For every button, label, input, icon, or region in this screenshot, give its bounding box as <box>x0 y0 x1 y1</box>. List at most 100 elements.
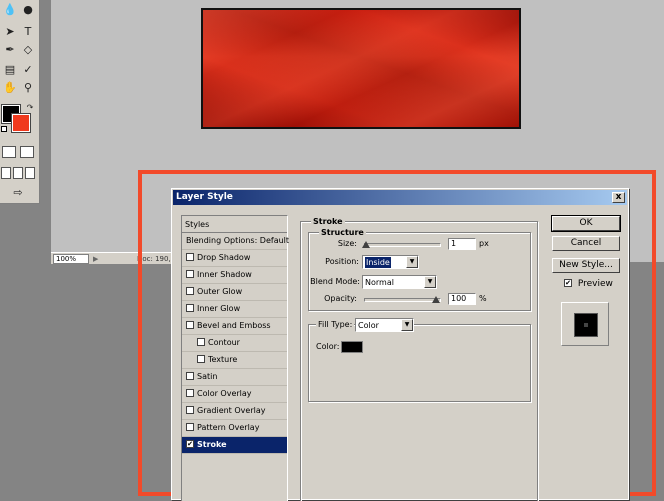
style-checkbox[interactable] <box>186 252 194 261</box>
new-style-button[interactable]: New Style... <box>552 258 620 273</box>
fill-type-value: Color <box>358 321 379 330</box>
style-label: Inner Shadow <box>197 270 252 279</box>
dialog-titlebar[interactable]: Layer Style x <box>173 190 627 205</box>
style-checkbox[interactable] <box>186 371 194 380</box>
styles-list-item[interactable]: Outer Glow <box>182 284 287 301</box>
styles-list-item[interactable]: Contour <box>182 335 287 352</box>
style-label: Bevel and Emboss <box>197 321 271 330</box>
position-select[interactable]: Inside ▼ <box>362 255 419 269</box>
stroke-group-title: Stroke <box>311 217 345 226</box>
ok-button[interactable]: OK <box>551 215 621 232</box>
standard-mode-icon[interactable] <box>2 146 16 158</box>
preview-swatch <box>574 313 598 337</box>
chevron-down-icon[interactable]: ▼ <box>401 319 413 331</box>
style-checkbox[interactable] <box>186 269 194 278</box>
standard-screen-icon[interactable] <box>1 167 11 179</box>
style-checkbox[interactable] <box>186 422 194 431</box>
opacity-unit: % <box>479 294 487 303</box>
styles-list-item[interactable]: Gradient Overlay <box>182 403 287 420</box>
size-slider[interactable] <box>361 241 441 248</box>
preview-label: Preview <box>577 279 613 289</box>
close-button[interactable]: x <box>612 192 625 203</box>
background-color-swatch[interactable] <box>11 113 31 133</box>
styles-list-item[interactable]: ✔ Stroke <box>182 437 287 454</box>
zoom-field[interactable]: 100% <box>53 254 89 264</box>
styles-list-item[interactable]: Color Overlay <box>182 386 287 403</box>
color-label: Color: <box>316 342 340 351</box>
eyedropper-tool-icon[interactable]: ✓ <box>20 62 36 78</box>
style-checkbox[interactable] <box>186 286 194 295</box>
style-label: Satin <box>197 372 218 381</box>
style-label: Outer Glow <box>197 287 243 296</box>
style-label: Contour <box>208 338 240 347</box>
styles-list-item[interactable]: Drop Shadow <box>182 250 287 267</box>
styles-list-item[interactable]: Inner Glow <box>182 301 287 318</box>
hand-tool-icon[interactable]: ✋ <box>2 80 18 96</box>
tool-palette: 💧 ● ➤ T ✒ ◇ ▤ ✓ ✋ ⚲ ↷ ⇨ <box>0 0 40 204</box>
style-checkbox[interactable] <box>186 303 194 312</box>
style-label: Drop Shadow <box>197 253 251 262</box>
style-checkbox[interactable] <box>186 388 194 397</box>
dodge-tool-icon[interactable]: ● <box>20 2 36 18</box>
styles-list-item[interactable]: Texture <box>182 352 287 369</box>
swap-colors-icon[interactable]: ↷ <box>22 100 38 116</box>
style-checkbox[interactable] <box>186 320 194 329</box>
style-checkbox[interactable] <box>197 354 205 363</box>
pen-tool-icon[interactable]: ✒ <box>2 42 18 58</box>
status-menu-icon[interactable]: ▶ <box>93 254 103 264</box>
fill-type-label: Fill Type: <box>316 319 355 331</box>
chevron-down-icon[interactable]: ▼ <box>406 256 418 268</box>
position-value: Inside <box>365 257 391 268</box>
custom-shape-tool-icon[interactable]: ◇ <box>20 42 36 58</box>
style-checkbox[interactable]: ✔ <box>186 439 194 448</box>
size-slider-thumb[interactable] <box>361 241 370 248</box>
styles-list-item[interactable]: Blending Options: Default <box>182 233 290 250</box>
style-label: Pattern Overlay <box>197 423 260 432</box>
style-label: Stroke <box>197 440 227 449</box>
chevron-down-icon[interactable]: ▼ <box>424 276 436 288</box>
style-checkbox[interactable] <box>197 337 205 346</box>
preview-dot <box>584 323 588 327</box>
styles-list-item[interactable]: Bevel and Emboss <box>182 318 287 335</box>
style-label: Blending Options: Default <box>186 236 290 245</box>
style-label: Color Overlay <box>197 389 252 398</box>
fill-type-select[interactable]: Color ▼ <box>355 318 414 332</box>
opacity-label: Opacity: <box>324 294 357 303</box>
path-selection-tool-icon[interactable]: ➤ <box>2 24 18 40</box>
blend-mode-value: Normal <box>365 278 394 287</box>
default-colors-icon[interactable] <box>1 126 7 132</box>
cancel-button[interactable]: Cancel <box>552 236 620 251</box>
notes-tool-icon[interactable]: ▤ <box>2 62 18 78</box>
styles-list-item[interactable]: Inner Shadow <box>182 267 287 284</box>
opacity-slider-thumb[interactable] <box>432 296 440 303</box>
size-input[interactable]: 1 <box>448 238 476 250</box>
blend-mode-select[interactable]: Normal ▼ <box>362 275 437 289</box>
opacity-slider[interactable] <box>364 296 441 303</box>
preview-thumbnail <box>561 302 609 346</box>
size-label: Size: <box>337 239 357 248</box>
dialog-title: Layer Style <box>176 192 233 202</box>
style-label: Gradient Overlay <box>197 406 266 415</box>
stroke-color-swatch[interactable] <box>341 341 363 353</box>
styles-list-item[interactable]: Pattern Overlay <box>182 420 287 437</box>
layer-style-dialog: Layer Style x Styles Blending Options: D… <box>171 188 629 501</box>
preview-checkbox[interactable]: ✔ <box>564 278 572 287</box>
zoom-tool-icon[interactable]: ⚲ <box>20 80 36 96</box>
styles-list-item[interactable]: Satin <box>182 369 287 386</box>
full-screen-icon[interactable] <box>25 167 35 179</box>
jump-to-imageready-icon[interactable]: ⇨ <box>4 185 32 201</box>
full-screen-menu-icon[interactable] <box>13 167 23 179</box>
preview-toggle[interactable]: ✔ Preview <box>564 278 613 290</box>
quick-mask-mode-icon[interactable] <box>20 146 34 158</box>
structure-group-title: Structure <box>319 228 366 237</box>
styles-list-header[interactable]: Styles <box>182 216 287 233</box>
blend-mode-label: Blend Mode: <box>310 277 360 286</box>
fill-type-group <box>308 324 531 402</box>
opacity-input[interactable]: 100 <box>448 293 476 305</box>
type-tool-icon[interactable]: T <box>20 24 36 40</box>
style-checkbox[interactable] <box>186 405 194 414</box>
blur-tool-icon[interactable]: 💧 <box>2 2 18 18</box>
styles-list: Styles Blending Options: Default Drop Sha… <box>181 215 290 501</box>
style-label: Texture <box>208 355 238 364</box>
red-texture-artwork <box>201 8 521 129</box>
